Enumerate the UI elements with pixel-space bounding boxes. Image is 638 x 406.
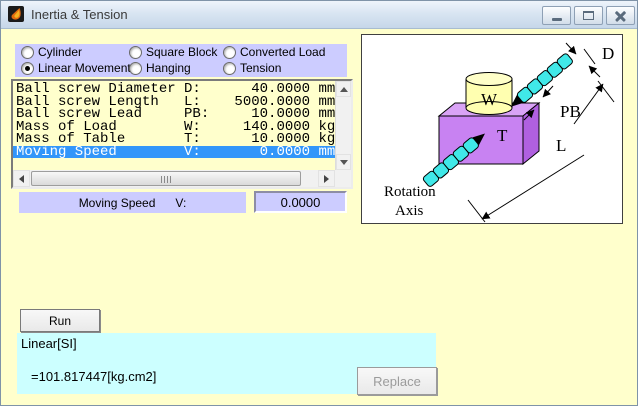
flame-icon bbox=[8, 6, 24, 22]
moving-speed-input[interactable] bbox=[254, 191, 347, 213]
radio-label: Converted Load bbox=[240, 45, 325, 59]
radio-circle-icon bbox=[223, 62, 236, 75]
radio-circle-icon bbox=[129, 46, 142, 59]
radio-circle-icon bbox=[21, 46, 34, 59]
title-bar: Inertia & Tension bbox=[1, 1, 638, 29]
maximize-icon bbox=[583, 11, 594, 20]
result-title: Linear[SI] bbox=[21, 336, 77, 351]
window-title: Inertia & Tension bbox=[31, 7, 128, 22]
scroll-right-button[interactable] bbox=[318, 170, 335, 187]
maximize-button[interactable] bbox=[574, 6, 603, 25]
radio-cylinder[interactable]: Cylinder bbox=[21, 45, 129, 59]
minimize-icon bbox=[552, 18, 562, 21]
length-label: L bbox=[556, 136, 566, 155]
shape-type-panel: Cylinder Square Block Converted Load Lin… bbox=[15, 44, 347, 77]
moving-speed-label: Moving Speed V: bbox=[19, 192, 246, 213]
result-value: =101.817447[kg.cm2] bbox=[31, 369, 156, 384]
radio-label: Tension bbox=[240, 61, 281, 75]
arrow-up-icon bbox=[340, 87, 348, 92]
close-button[interactable] bbox=[606, 6, 635, 25]
scrollbar-corner bbox=[335, 170, 351, 187]
minimize-button[interactable] bbox=[542, 6, 571, 25]
arrow-right-icon bbox=[324, 175, 329, 183]
arrow-down-icon bbox=[340, 160, 348, 165]
radio-label: Square Block bbox=[146, 45, 217, 59]
radio-label: Linear Movement bbox=[38, 61, 131, 75]
horizontal-scroll-thumb[interactable] bbox=[31, 171, 301, 186]
arrow-left-icon bbox=[19, 175, 24, 183]
rotation-axis-label-1: Rotation bbox=[384, 184, 436, 200]
radio-label: Cylinder bbox=[38, 45, 82, 59]
radio-hanging[interactable]: Hanging bbox=[129, 61, 223, 75]
horizontal-scrollbar[interactable] bbox=[13, 170, 335, 187]
radio-circle-icon bbox=[129, 62, 142, 75]
close-icon bbox=[615, 10, 626, 21]
parameter-rows: Ball screw Diameter D: 40.0000 mm Ball s… bbox=[13, 81, 335, 170]
parameter-listbox: Ball screw Diameter D: 40.0000 mm Ball s… bbox=[11, 79, 353, 189]
parameter-row-selected[interactable]: Moving Speed V: 0.0000 mm/s bbox=[13, 146, 335, 159]
inertia-tension-window: Inertia & Tension Cylinder Square Block … bbox=[0, 0, 638, 406]
diagram-panel: W T D PB L Rotation Axis bbox=[361, 34, 623, 224]
inertia-diagram: W T D PB L Rotation Axis bbox=[362, 35, 622, 223]
vertical-scrollbar[interactable] bbox=[335, 81, 351, 170]
radio-converted-load[interactable]: Converted Load bbox=[223, 45, 347, 59]
table-label: T bbox=[497, 126, 508, 145]
radio-circle-icon bbox=[223, 46, 236, 59]
scroll-up-button[interactable] bbox=[336, 81, 351, 97]
run-button[interactable]: Run bbox=[20, 309, 100, 332]
replace-button[interactable]: Replace bbox=[357, 367, 437, 395]
scroll-left-button[interactable] bbox=[13, 170, 30, 187]
radio-square-block[interactable]: Square Block bbox=[129, 45, 223, 59]
rotation-axis-label-2: Axis bbox=[395, 203, 424, 219]
radio-tension[interactable]: Tension bbox=[223, 61, 347, 75]
diameter-label: D bbox=[602, 44, 614, 63]
radio-linear-movement[interactable]: Linear Movement bbox=[21, 61, 129, 75]
radio-circle-icon bbox=[21, 62, 34, 75]
window-controls bbox=[542, 6, 635, 25]
lead-label: PB bbox=[560, 102, 581, 121]
radio-label: Hanging bbox=[146, 61, 191, 75]
scroll-down-button[interactable] bbox=[336, 154, 351, 170]
load-label: W bbox=[481, 90, 498, 109]
